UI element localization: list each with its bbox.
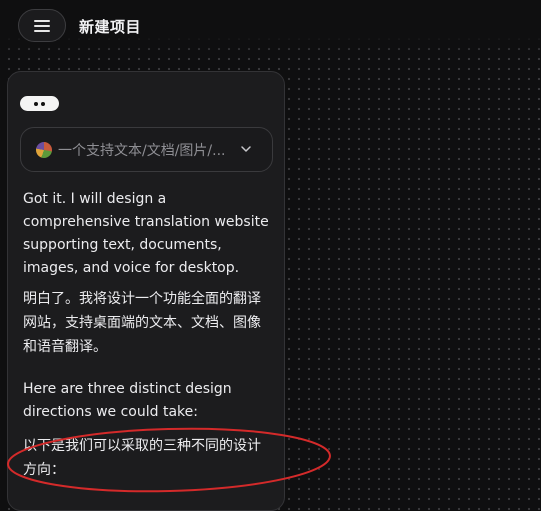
more-options-button[interactable] — [20, 96, 59, 111]
project-avatar-icon — [36, 141, 52, 158]
dot-icon — [34, 101, 38, 106]
hamburger-menu-icon — [34, 19, 50, 32]
assistant-message-zh: 明白了。我将设计一个功能全面的翻译网站，支持桌面端的文本、文档、图像和语音翻译。 — [23, 291, 261, 355]
dot-icon — [41, 101, 45, 106]
menu-button[interactable] — [18, 9, 66, 42]
chevron-down-icon — [241, 146, 251, 152]
assistant-message-en: Got it. I will design a comprehensive tr… — [23, 191, 269, 276]
project-selector[interactable]: 一个支持文本/文档/图片/... — [20, 127, 273, 172]
page-title: 新建项目 — [79, 18, 142, 36]
assistant-message-en: Here are three distinct design direction… — [23, 381, 232, 420]
assistant-message-zh: 以下是我们可以采取的三种不同的设计方向： — [23, 438, 261, 478]
top-bar: 新建项目 — [0, 0, 541, 52]
chat-panel: 一个支持文本/文档/图片/... Got it. I will design a… — [7, 71, 285, 511]
project-selector-label: 一个支持文本/文档/图片/... — [58, 142, 226, 159]
